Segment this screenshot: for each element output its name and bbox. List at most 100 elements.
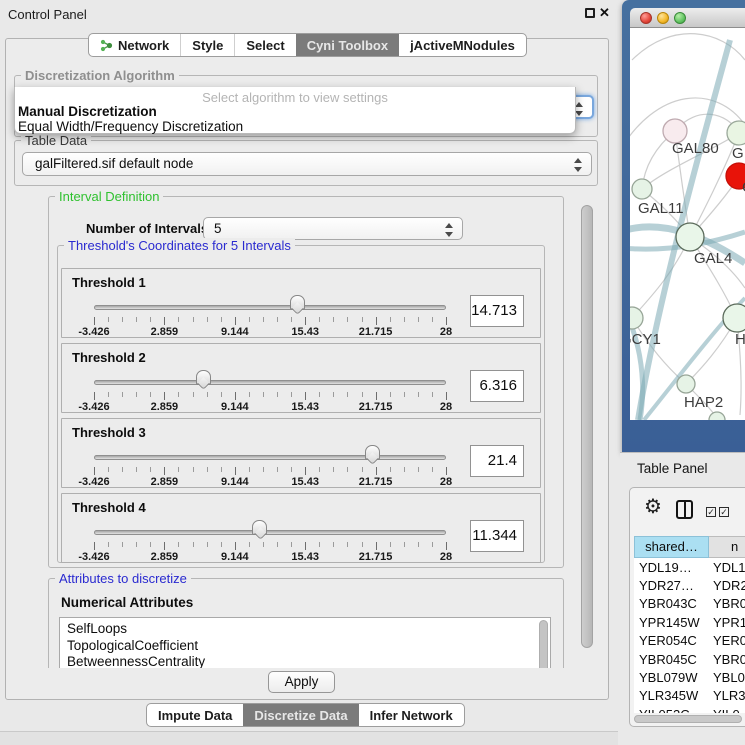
table-row[interactable]: YDL19…YDL1 — [634, 558, 745, 576]
column-header-shared[interactable]: shared… — [634, 536, 709, 558]
network-canvas[interactable]: GAL80G.CGAL11GAL4GCY1HHAP2 — [630, 28, 745, 420]
tab-style[interactable]: Style — [180, 34, 234, 56]
tab-label: Network — [118, 38, 169, 53]
dropdown-option-manual-discretization[interactable]: Manual Discretization — [18, 104, 157, 119]
slider-track[interactable] — [94, 530, 446, 535]
threshold-label: Threshold 2 — [72, 350, 146, 365]
minimize-traffic-light[interactable] — [657, 12, 669, 24]
network-node-edge-node[interactable] — [709, 412, 725, 420]
slider-track[interactable] — [94, 380, 446, 385]
list-scrollbar[interactable] — [539, 620, 548, 668]
threshold-value-field[interactable]: 6.316 — [470, 370, 524, 402]
tick-mark — [263, 542, 264, 547]
cell-shared-name: YBL079W — [634, 670, 709, 685]
table-data-selected: galFiltered.sif default node — [35, 156, 193, 171]
tick-mark — [291, 392, 292, 397]
list-item-betweennesscentrality[interactable]: BetweennessCentrality — [60, 654, 550, 668]
number-of-intervals-combobox[interactable]: 5 — [203, 217, 463, 240]
table-data-combobox[interactable]: galFiltered.sif default node — [22, 152, 592, 176]
numerical-attributes-list[interactable]: SelfLoopsTopologicalCoefficientBetweenne… — [59, 617, 551, 668]
bottom-tab-bar: Impute Data Discretize Data Infer Network — [146, 703, 465, 727]
app-window: Control Panel ✕ NetworkStyleSelectCyni T… — [0, 0, 745, 745]
cell-shared-name: YDR27… — [634, 578, 709, 593]
table-row[interactable]: YDR27…YDR2 — [634, 576, 745, 594]
zoom-traffic-light[interactable] — [674, 12, 686, 24]
slider-handle[interactable] — [290, 295, 305, 310]
threshold-value-field[interactable]: 21.4 — [470, 445, 524, 477]
threshold-4-box: Threshold 4-3.4262.8599.14415.4321.71528… — [61, 493, 541, 563]
list-item-topologicalcoefficient[interactable]: TopologicalCoefficient — [60, 638, 550, 655]
table-row[interactable]: YBR043CYBR0 — [634, 595, 745, 613]
network-node-GCY1-node[interactable] — [630, 307, 643, 329]
network-node-GAL80-node[interactable] — [727, 121, 745, 145]
tick-label: 2.859 — [139, 551, 189, 563]
tab-impute-data[interactable]: Impute Data — [147, 704, 243, 726]
tick-mark — [136, 392, 137, 397]
close-traffic-light[interactable] — [640, 12, 652, 24]
tick-label: 21.715 — [351, 401, 401, 413]
tab-jactivemnodules[interactable]: jActiveMNodules — [399, 34, 526, 56]
tick-mark — [319, 542, 320, 547]
tab-infer-network[interactable]: Infer Network — [359, 704, 464, 726]
tick-mark — [277, 467, 278, 472]
settings-viewport: Interval Definition Number of Intervals … — [40, 188, 576, 668]
column-header-name[interactable]: n — [709, 536, 745, 558]
slider-track[interactable] — [94, 305, 446, 310]
table-row[interactable]: YER054CYER0 — [634, 632, 745, 650]
threshold-value-field[interactable]: 11.344 — [470, 520, 524, 552]
cell-shared-name: YDL19… — [634, 560, 709, 575]
checkbox-icon[interactable]: ✓ — [706, 507, 716, 517]
table-row[interactable]: YPR145WYPR1 — [634, 613, 745, 631]
tick-mark — [347, 392, 348, 397]
tab-label: Discretize Data — [254, 708, 347, 723]
tick-label: 28 — [421, 326, 471, 338]
cell-name: YDL1 — [709, 560, 745, 575]
cell-name: YBR0 — [709, 596, 745, 611]
network-node-H-node[interactable] — [723, 304, 745, 332]
threshold-label: Threshold 4 — [72, 500, 146, 515]
network-node-GAL4-node[interactable] — [676, 223, 704, 251]
close-icon[interactable]: ✕ — [599, 5, 610, 21]
discretization-algorithm-label: Discretization Algorithm — [21, 68, 179, 83]
tick-label: 2.859 — [139, 476, 189, 488]
network-node-HAP2-node[interactable] — [677, 375, 695, 393]
tick-mark — [333, 317, 334, 322]
tick-label: 21.715 — [351, 476, 401, 488]
apply-button[interactable]: Apply — [268, 671, 335, 693]
tick-mark — [432, 317, 433, 322]
tick-mark — [305, 392, 306, 400]
tab-network[interactable]: Network — [89, 34, 180, 56]
tick-mark — [221, 467, 222, 472]
tab-cyni-toolbox[interactable]: Cyni Toolbox — [296, 34, 399, 56]
tick-label: 2.859 — [139, 401, 189, 413]
slider-handle[interactable] — [252, 520, 267, 535]
table-row[interactable]: YBR045CYBR0 — [634, 650, 745, 668]
interval-definition-group: Interval Definition Number of Intervals … — [48, 196, 564, 568]
settings-scrollbar-thumb[interactable] — [581, 205, 593, 648]
tick-mark — [362, 542, 363, 547]
network-window-titlebar[interactable] — [630, 8, 745, 28]
tab-select[interactable]: Select — [234, 34, 295, 56]
threshold-value-field[interactable]: 14.713 — [470, 295, 524, 327]
table-hscrollbar[interactable] — [634, 715, 742, 723]
columns-icon[interactable] — [676, 500, 693, 519]
float-icon[interactable] — [585, 8, 595, 18]
tick-mark — [249, 467, 250, 472]
slider-track[interactable] — [94, 455, 446, 460]
table-row[interactable]: YIL052CYIL0 — [634, 705, 745, 713]
slider-handle[interactable] — [196, 370, 211, 385]
tab-discretize-data[interactable]: Discretize Data — [243, 704, 358, 726]
tick-mark — [150, 467, 151, 472]
tick-mark — [446, 542, 447, 550]
network-node-GAL11-node[interactable] — [632, 179, 652, 199]
tick-mark — [333, 467, 334, 472]
tick-label: 9.144 — [210, 551, 260, 563]
dropdown-option-equal-width-frequency-discretization[interactable]: Equal Width/Frequency Discretization — [18, 119, 243, 134]
gear-icon[interactable]: ⚙ — [644, 496, 662, 518]
list-item-selfloops[interactable]: SelfLoops — [60, 621, 550, 638]
checkbox-icon[interactable]: ✓ — [719, 507, 729, 517]
threshold-label: Threshold 1 — [72, 275, 146, 290]
table-row[interactable]: YBL079WYBL0 — [634, 668, 745, 686]
slider-handle[interactable] — [365, 445, 380, 460]
table-row[interactable]: YLR345WYLR3 — [634, 687, 745, 705]
